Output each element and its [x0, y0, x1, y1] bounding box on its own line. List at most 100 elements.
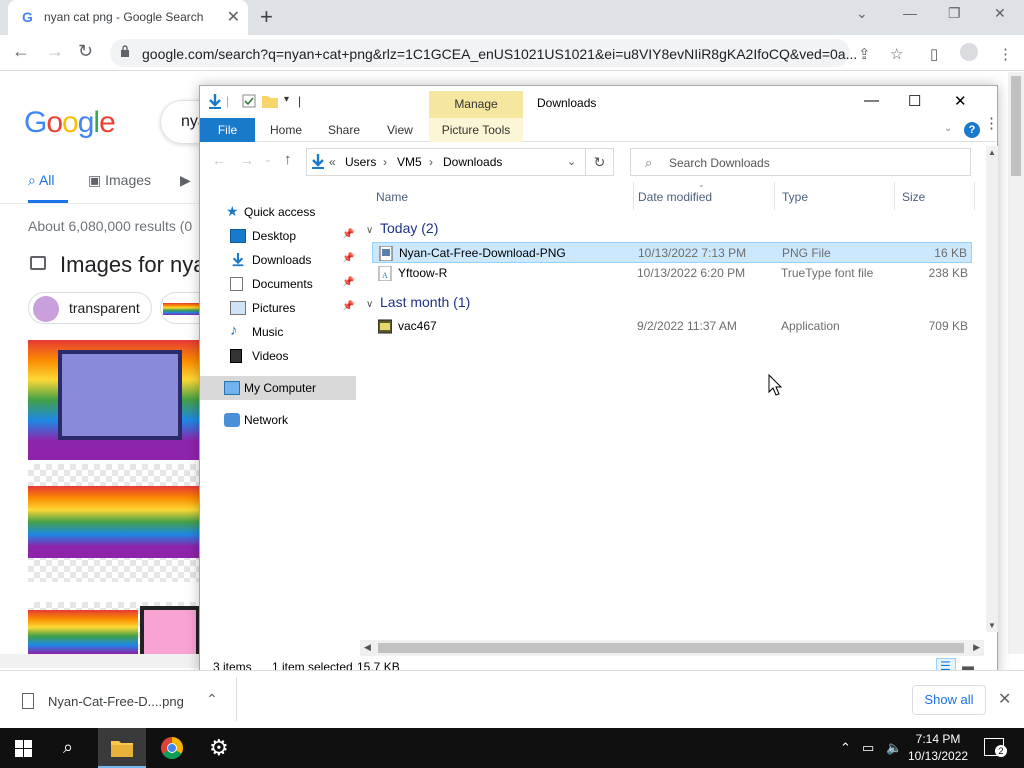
tab-share[interactable]: Share	[328, 123, 360, 137]
explorer-maximize-icon[interactable]: ☐	[908, 92, 921, 110]
side-panel-icon[interactable]: ▯	[930, 45, 938, 63]
start-button[interactable]	[0, 728, 48, 768]
notification-center-icon[interactable]: 2	[984, 738, 1007, 757]
show-hidden-icons-icon[interactable]: ⌃	[840, 740, 851, 756]
tab-all[interactable]: ⌕ All	[28, 172, 55, 189]
nav-music[interactable]: ♪ Music	[200, 320, 356, 344]
recent-locations-icon[interactable]: ⌄	[264, 154, 272, 165]
file-row[interactable]: A Yftoow-R 10/13/2022 6:20 PM TrueType f…	[372, 263, 972, 284]
scroll-down-icon[interactable]: ▼	[988, 621, 996, 630]
crumb-chevron-icon[interactable]: ›	[383, 155, 387, 169]
file-row[interactable]: vac467 9/2/2022 11:37 AM Application 709…	[372, 316, 972, 337]
address-dropdown-icon[interactable]: ⌄	[567, 155, 576, 168]
properties-check-icon[interactable]	[242, 94, 256, 108]
nav-pictures[interactable]: Pictures 📌	[200, 296, 356, 320]
chip-rainbow[interactable]	[160, 292, 200, 324]
nav-my-computer[interactable]: My Computer	[200, 376, 356, 400]
pin-icon[interactable]: 📌	[342, 301, 354, 312]
file-row[interactable]: Nyan-Cat-Free-Download-PNG 10/13/2022 7:…	[372, 242, 972, 263]
nav-desktop[interactable]: Desktop 📌	[200, 224, 356, 248]
expand-ribbon-icon[interactable]: ⌄	[944, 123, 952, 134]
show-all-button[interactable]: Show all	[912, 685, 986, 715]
more-options-icon[interactable]: ⋮	[984, 114, 999, 132]
address-bar[interactable]: google.com/search?q=nyan+cat+png&rlz=1C1…	[110, 39, 857, 67]
back-icon[interactable]: ←	[12, 41, 30, 62]
crumb-downloads[interactable]: Downloads	[443, 155, 502, 169]
tab-view[interactable]: View	[387, 123, 413, 137]
image-result-2[interactable]	[28, 464, 200, 582]
close-tab-icon[interactable]: ✕	[227, 7, 240, 27]
new-folder-icon[interactable]	[262, 94, 278, 108]
help-icon[interactable]: ?	[964, 122, 980, 138]
new-tab-icon[interactable]: +	[260, 4, 273, 30]
crumb-chevron-icon-2[interactable]: ›	[429, 155, 433, 169]
chip-transparent[interactable]: transparent	[28, 292, 152, 324]
group-today[interactable]: ∨ Today (2)	[366, 220, 438, 236]
column-date-modified[interactable]: Date modified	[638, 190, 712, 204]
column-divider[interactable]	[894, 182, 895, 210]
bookmark-star-icon[interactable]: ☆	[890, 45, 903, 63]
nav-videos[interactable]: Videos	[200, 344, 356, 368]
overflow-chevron-icon[interactable]: «	[329, 155, 336, 169]
column-divider[interactable]	[974, 182, 975, 210]
tab-picture-tools[interactable]: Picture Tools	[429, 118, 523, 142]
page-scroll-thumb[interactable]	[1011, 76, 1021, 176]
explorer-vertical-scrollbar[interactable]: ▲ ▼	[986, 146, 998, 632]
file-explorer-taskbar-button[interactable]	[98, 728, 146, 768]
column-size[interactable]: Size	[902, 190, 925, 204]
nav-documents[interactable]: Documents 📌	[200, 272, 356, 296]
tab-search-icon[interactable]: ⌄	[856, 5, 868, 22]
minimize-icon[interactable]: —	[903, 5, 917, 21]
column-divider[interactable]	[633, 182, 634, 210]
search-button[interactable]: ⌕	[48, 728, 96, 768]
group-last-month[interactable]: ∨ Last month (1)	[366, 294, 470, 310]
chevron-up-icon[interactable]: ⌃	[206, 691, 218, 708]
page-horizontal-scrollbar[interactable]	[0, 654, 200, 668]
column-divider[interactable]	[774, 182, 775, 210]
chrome-menu-icon[interactable]: ⋮	[998, 45, 1013, 63]
explorer-close-icon[interactable]: ✕	[954, 92, 967, 110]
tab-images[interactable]: ▣ Images	[88, 172, 151, 189]
restore-icon[interactable]: ❐	[948, 5, 961, 22]
scroll-right-icon[interactable]: ▶	[973, 642, 980, 653]
forward-icon[interactable]: →	[46, 41, 64, 62]
explorer-minimize-icon[interactable]: —	[864, 92, 879, 109]
nav-downloads[interactable]: Downloads 📌	[200, 248, 356, 272]
nav-network[interactable]: Network	[200, 408, 356, 432]
volume-icon[interactable]: 🔈	[886, 740, 902, 756]
crumb-users[interactable]: Users	[345, 155, 376, 169]
forward-nav-icon[interactable]: →	[240, 152, 254, 168]
download-item-name[interactable]: Nyan-Cat-Free-D....png	[48, 694, 184, 709]
tab-file[interactable]: File	[200, 118, 255, 142]
image-result-3[interactable]	[28, 602, 200, 654]
pin-icon[interactable]: 📌	[342, 229, 354, 240]
horizontal-scroll-thumb[interactable]	[378, 643, 964, 653]
clock[interactable]: 7:14 PM 10/13/2022	[908, 731, 968, 765]
nav-quick-access[interactable]: ★ Quick access	[200, 200, 356, 224]
scroll-up-icon[interactable]: ▲	[988, 148, 996, 157]
breadcrumb[interactable]: « Users › VM5 › Downloads ⌄	[306, 148, 586, 176]
google-search-box[interactable]: nya	[160, 100, 200, 144]
crumb-vm5[interactable]: VM5	[397, 155, 422, 169]
settings-taskbar-button[interactable]: ⚙	[196, 728, 244, 768]
manage-context-tab[interactable]: Manage	[429, 91, 523, 118]
share-icon[interactable]: ⇪	[858, 45, 871, 63]
pin-icon[interactable]: 📌	[342, 277, 354, 288]
pin-icon[interactable]: 📌	[342, 253, 354, 264]
explorer-horizontal-scrollbar[interactable]: ◀ ▶	[360, 640, 984, 656]
scroll-left-icon[interactable]: ◀	[364, 642, 371, 653]
tab-home[interactable]: Home	[270, 123, 302, 137]
page-vertical-scrollbar[interactable]	[1008, 72, 1024, 654]
close-window-icon[interactable]: ✕	[994, 5, 1006, 22]
browser-tab[interactable]: G nyan cat png - Google Search ✕	[8, 0, 248, 35]
tab-videos-icon[interactable]: ▶	[180, 172, 191, 189]
chrome-taskbar-button[interactable]	[148, 728, 196, 768]
back-nav-icon[interactable]: ←	[212, 152, 226, 168]
close-shelf-icon[interactable]: ✕	[998, 689, 1011, 709]
column-name[interactable]: Name	[376, 190, 408, 204]
profile-avatar-icon[interactable]	[960, 43, 978, 61]
image-result-1[interactable]	[28, 340, 200, 460]
collapse-chevron-icon[interactable]: ∨	[366, 299, 380, 310]
refresh-button[interactable]: ↻	[586, 148, 614, 176]
download-arrow-icon[interactable]	[208, 94, 222, 110]
